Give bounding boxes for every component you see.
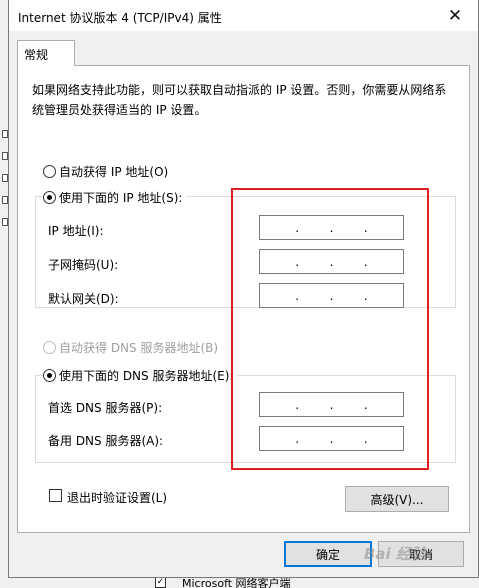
advanced-button[interactable]: 高级(V)... [345,486,449,512]
ip-dot: . [295,254,300,269]
ip-dot: . [295,397,300,412]
manual-ip-radio[interactable]: 使用下面的 IP 地址(S): [43,189,187,206]
ip-dot: . [329,254,334,269]
ip-dot: . [329,431,334,446]
preferred-dns-input[interactable]: ... [259,392,404,417]
ip-dot: . [295,288,300,303]
description-text: 如果网络支持此功能，则可以获取自动指派的 IP 设置。否则，你需要从网络系统管理… [32,83,447,117]
radio-selected-icon [43,191,56,204]
ok-button[interactable]: 确定 [284,541,372,567]
validate-checkbox[interactable] [49,489,62,502]
subnet-mask-input[interactable]: ... [259,249,404,274]
tab-general[interactable]: 常规 [17,40,75,66]
ip-dot: . [363,397,368,412]
manual-dns-radio[interactable]: 使用下面的 DNS 服务器地址(E): [43,367,238,384]
default-gateway-label: 默认网关(D): [48,292,119,306]
radio-disabled-icon [43,341,56,354]
ip-address-label: IP 地址(I): [48,224,104,238]
dialog-title: Internet 协议版本 4 (TCP/IPv4) 属性 [18,11,222,25]
manual-dns-label: 使用下面的 DNS 服务器地址(E): [59,369,234,383]
ip-dot: . [363,431,368,446]
default-gateway-input[interactable]: ... [259,283,404,308]
tcpip-properties-dialog: Internet 协议版本 4 (TCP/IPv4) 属性 ✕ 常规 如果网络支… [8,0,479,578]
ip-dot: . [363,288,368,303]
auto-dns-radio[interactable]: 自动获得 DNS 服务器地址(B) [43,339,218,356]
preferred-dns-label: 首选 DNS 服务器(P): [48,401,163,415]
radio-selected-icon [43,369,56,382]
auto-dns-label: 自动获得 DNS 服务器地址(B) [59,341,219,355]
background-item-checkbox: ✓ [155,577,166,588]
ip-dot: . [329,288,334,303]
manual-ip-label: 使用下面的 IP 地址(S): [59,191,183,205]
ip-dot: . [329,220,334,235]
auto-ip-radio[interactable]: 自动获得 IP 地址(O) [43,163,168,180]
ip-dot: . [329,397,334,412]
alternate-dns-input[interactable]: ... [259,426,404,451]
ip-dot: . [295,220,300,235]
cancel-button[interactable]: 取消 [378,541,464,567]
general-panel: 如果网络支持此功能，则可以获取自动指派的 IP 设置。否则，你需要从网络系统管理… [17,65,470,533]
ip-dot: . [363,220,368,235]
ip-dot: . [363,254,368,269]
title-bar: Internet 协议版本 4 (TCP/IPv4) 属性 ✕ [9,0,478,31]
close-icon: ✕ [447,5,463,26]
subnet-mask-label: 子网掩码(U): [48,258,119,272]
ip-address-input[interactable]: ... [259,215,404,240]
auto-ip-label: 自动获得 IP 地址(O) [59,165,169,179]
alternate-dns-label: 备用 DNS 服务器(A): [48,434,164,448]
radio-icon [43,165,56,178]
validate-label: 退出时验证设置(L) [67,491,168,505]
ip-dot: . [295,431,300,446]
close-button[interactable]: ✕ [432,0,478,31]
